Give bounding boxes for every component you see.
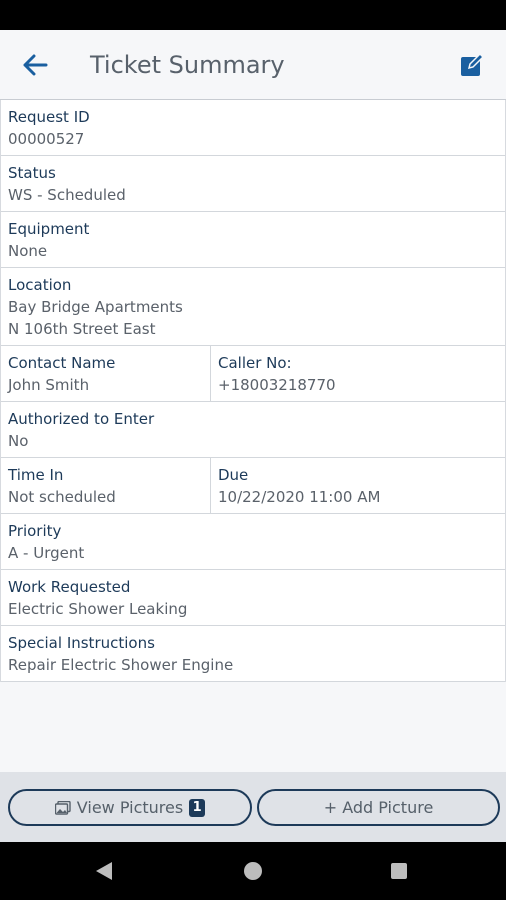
time-row: Time In Not scheduled Due 10/22/2020 11:…	[1, 458, 505, 514]
add-picture-label: + Add Picture	[323, 798, 434, 817]
ticket-details: Request ID 00000527 Status WS - Schedule…	[0, 100, 506, 682]
pictures-icon	[54, 800, 71, 815]
app-bar: Ticket Summary	[0, 30, 506, 100]
authorized-label: Authorized to Enter	[8, 410, 155, 428]
due-label: Due	[218, 466, 249, 484]
due-value: 10/22/2020 11:00 AM	[218, 488, 381, 506]
time-in-label: Time In	[8, 466, 64, 484]
authorized-value: No	[8, 432, 29, 450]
caller-no-value: +18003218770	[218, 376, 336, 394]
equipment-value: None	[8, 242, 48, 260]
nav-home-icon[interactable]	[244, 862, 262, 880]
work-requested-value: Electric Shower Leaking	[8, 600, 188, 618]
status-row: Status WS - Scheduled	[1, 156, 505, 212]
edit-button[interactable]	[458, 51, 486, 79]
priority-row: Priority A - Urgent	[1, 514, 505, 570]
authorized-row: Authorized to Enter No	[1, 402, 505, 458]
location-line1: Bay Bridge Apartments	[8, 298, 183, 316]
arrow-left-icon	[23, 54, 48, 76]
priority-label: Priority	[8, 522, 62, 540]
back-button[interactable]	[20, 50, 50, 80]
caller-no-label: Caller No:	[218, 354, 292, 372]
location-row: Location Bay Bridge Apartments N 106th S…	[1, 268, 505, 346]
equipment-label: Equipment	[8, 220, 90, 238]
special-instructions-row: Special Instructions Repair Electric Sho…	[1, 626, 505, 682]
work-requested-row: Work Requested Electric Shower Leaking	[1, 570, 505, 626]
contact-row: Contact Name John Smith Caller No: +1800…	[1, 346, 505, 402]
view-pictures-label: View Pictures	[76, 798, 184, 817]
special-instructions-value: Repair Electric Shower Engine	[8, 656, 234, 674]
special-instructions-label: Special Instructions	[8, 634, 155, 652]
request-id-value: 00000527	[8, 130, 85, 148]
contact-name-value: John Smith	[8, 376, 90, 394]
bottom-action-bar: View Pictures 1 + Add Picture	[0, 772, 506, 842]
system-nav-bar	[0, 842, 506, 900]
work-requested-label: Work Requested	[8, 578, 131, 596]
view-pictures-button[interactable]: View Pictures 1	[8, 789, 252, 826]
nav-back-icon[interactable]	[96, 862, 112, 880]
status-bar	[0, 0, 506, 30]
add-picture-button[interactable]: + Add Picture	[257, 789, 500, 826]
status-value: WS - Scheduled	[8, 186, 126, 204]
equipment-row: Equipment None	[1, 212, 505, 268]
location-label: Location	[8, 276, 72, 294]
contact-name-label: Contact Name	[8, 354, 116, 372]
edit-icon	[461, 52, 485, 76]
priority-value: A - Urgent	[8, 544, 85, 562]
location-line2: N 106th Street East	[8, 320, 156, 338]
request-id-label: Request ID	[8, 108, 90, 126]
status-label: Status	[8, 164, 56, 182]
nav-recents-icon[interactable]	[391, 863, 407, 879]
request-id-row: Request ID 00000527	[1, 100, 505, 156]
page-title: Ticket Summary	[90, 51, 285, 79]
time-in-value: Not scheduled	[8, 488, 116, 506]
picture-count-badge: 1	[189, 798, 206, 817]
